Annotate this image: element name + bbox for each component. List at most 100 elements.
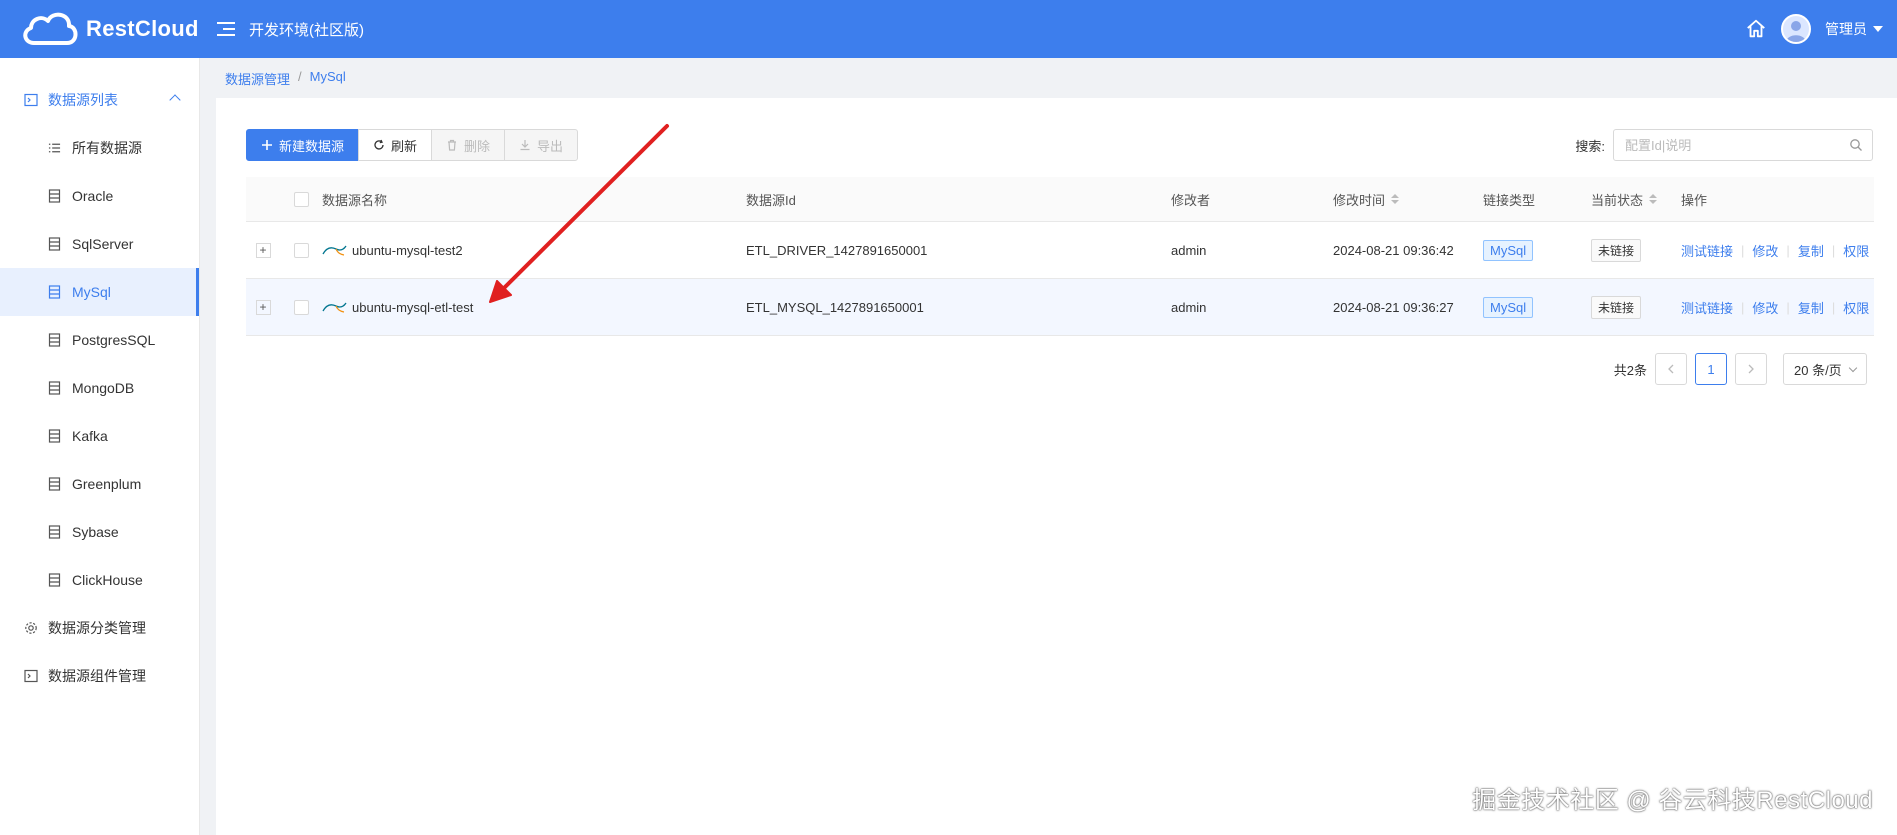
edit-button[interactable]: 修改 [1752, 241, 1778, 260]
export-label: 导出 [537, 138, 564, 154]
modified-time: 2024-08-21 09:36:42 [1333, 242, 1454, 258]
ops-cell: 测试链接 | 修改 | 复制 | 权限 [1681, 241, 1874, 260]
menu-toggle-icon[interactable] [217, 20, 235, 38]
delete-button[interactable]: 删除 [431, 129, 506, 161]
op-divider: | [1831, 299, 1836, 315]
breadcrumb-current: MySql [309, 69, 346, 84]
sidebar-item-sybase[interactable]: Sybase [0, 508, 199, 556]
expand-row-icon[interactable]: + [255, 242, 271, 258]
search-icon[interactable] [1849, 138, 1863, 152]
sidebar-item-label: Greenplum [72, 476, 142, 492]
pagination: 共2条 1 20 条/页 [1614, 353, 1867, 385]
sidebar-item-all[interactable]: 所有数据源 [0, 124, 199, 172]
search-area: 搜索: [1575, 129, 1873, 161]
op-divider: | [1741, 299, 1745, 315]
test-link-button[interactable]: 测试链接 [1681, 298, 1733, 317]
header-right: 管理员 [1745, 0, 1883, 58]
row-checkbox[interactable] [293, 242, 309, 258]
sidebar-group-category[interactable]: 数据源分类管理 [0, 604, 199, 652]
user-menu[interactable]: 管理员 [1825, 19, 1883, 39]
refresh-button[interactable]: 刷新 [358, 129, 433, 161]
database-icon [48, 429, 61, 443]
user-icon [1786, 21, 1806, 42]
database-icon [48, 573, 61, 587]
sidebar-item-sqlserver[interactable]: SqlServer [0, 220, 199, 268]
ops-cell: 测试链接 | 修改 | 复制 | 权限 [1681, 298, 1874, 317]
avatar[interactable] [1781, 14, 1811, 44]
permission-button[interactable]: 权限 [1843, 241, 1869, 260]
header-state-label: 当前状态 [1591, 192, 1644, 208]
modified-time: 2024-08-21 09:36:27 [1333, 299, 1454, 315]
search-label: 搜索: [1575, 138, 1605, 154]
prev-page-button[interactable] [1655, 353, 1687, 385]
sidebar-item-mongodb[interactable]: MongoDB [0, 364, 199, 412]
sidebar-group-component[interactable]: 数据源组件管理 [0, 652, 199, 700]
chevron-up-icon [169, 94, 181, 106]
name-cell: ubuntu-mysql-etl-test [322, 300, 746, 315]
total-count: 共2条 [1613, 362, 1647, 378]
edit-button[interactable]: 修改 [1752, 298, 1778, 317]
database-icon [48, 189, 61, 203]
page-size-select[interactable]: 20 条/页 [1783, 353, 1867, 385]
new-datasource-button[interactable]: 新建数据源 [246, 129, 360, 161]
logo-text: RestCloud [86, 16, 199, 41]
gear-icon [25, 622, 37, 634]
expand-row-icon[interactable]: + [255, 299, 271, 315]
link-type-tag: MySql [1483, 296, 1534, 318]
database-icon [48, 285, 61, 299]
mysql-logo-icon [322, 245, 347, 256]
sort-icon[interactable] [1649, 194, 1658, 204]
test-link-button[interactable]: 测试链接 [1681, 241, 1733, 260]
home-icon[interactable] [1745, 18, 1767, 40]
sidebar-item-label: Sybase [72, 524, 119, 540]
export-button[interactable]: 导出 [504, 129, 579, 161]
next-page-button[interactable] [1735, 353, 1767, 385]
cloud-logo-icon [23, 12, 78, 45]
row-checkbox[interactable] [293, 299, 309, 315]
permission-button[interactable]: 权限 [1843, 298, 1869, 317]
op-divider: | [1831, 242, 1836, 258]
header-time[interactable]: 修改时间 [1333, 190, 1483, 209]
copy-button[interactable]: 复制 [1798, 298, 1824, 317]
select-all-checkbox[interactable] [293, 191, 309, 207]
sidebar-item-kafka[interactable]: Kafka [0, 412, 199, 460]
table-row[interactable]: + ubuntu-mysql-test2 ETL_DRIVER_14278916… [246, 222, 1874, 279]
sidebar-item-greenplum[interactable]: Greenplum [0, 460, 199, 508]
header-state[interactable]: 当前状态 [1591, 190, 1681, 209]
sidebar-group-label: 数据源列表 [48, 92, 118, 108]
download-icon [520, 140, 530, 151]
breadcrumb-parent[interactable]: 数据源管理 [225, 69, 290, 88]
status-badge: 未链接 [1591, 295, 1642, 319]
mysql-logo-icon [322, 302, 347, 313]
terminal-icon [24, 669, 38, 683]
breadcrumb-separator: / [298, 69, 302, 84]
sidebar-group-datasource-list[interactable]: 数据源列表 [0, 76, 199, 124]
state-cell: 未链接 [1591, 295, 1681, 319]
copy-button[interactable]: 复制 [1798, 241, 1824, 260]
header-name: 数据源名称 [322, 192, 388, 208]
sidebar-item-oracle[interactable]: Oracle [0, 172, 199, 220]
refresh-icon [374, 139, 384, 150]
page-number-button[interactable]: 1 [1695, 353, 1727, 385]
op-divider: | [1786, 299, 1790, 315]
sidebar-item-postgressql[interactable]: PostgresSQL [0, 316, 199, 364]
sort-icon[interactable] [1391, 194, 1400, 204]
page-size-label: 20 条/页 [1794, 362, 1842, 378]
trash-icon [448, 139, 457, 151]
logo[interactable]: RestCloud [0, 7, 200, 51]
table-row[interactable]: + ubuntu-mysql-etl-test ETL_MYSQL_142789… [246, 279, 1874, 336]
status-badge: 未链接 [1591, 238, 1642, 262]
header-time-label: 修改时间 [1333, 192, 1386, 208]
sidebar-item-clickhouse[interactable]: ClickHouse [0, 556, 199, 604]
check-cell [280, 299, 322, 315]
search-input[interactable] [1613, 129, 1873, 161]
sidebar-item-label: ClickHouse [72, 572, 143, 588]
sidebar-item-mysql[interactable]: MySql [0, 268, 199, 316]
datasource-name[interactable]: ubuntu-mysql-test2 [352, 243, 463, 258]
header-ops: 操作 [1681, 192, 1708, 208]
terminal-icon [24, 93, 38, 107]
database-icon [48, 237, 61, 251]
caret-down-icon [1873, 26, 1883, 32]
datasource-name[interactable]: ubuntu-mysql-etl-test [352, 300, 473, 315]
modifier: admin [1171, 242, 1207, 258]
